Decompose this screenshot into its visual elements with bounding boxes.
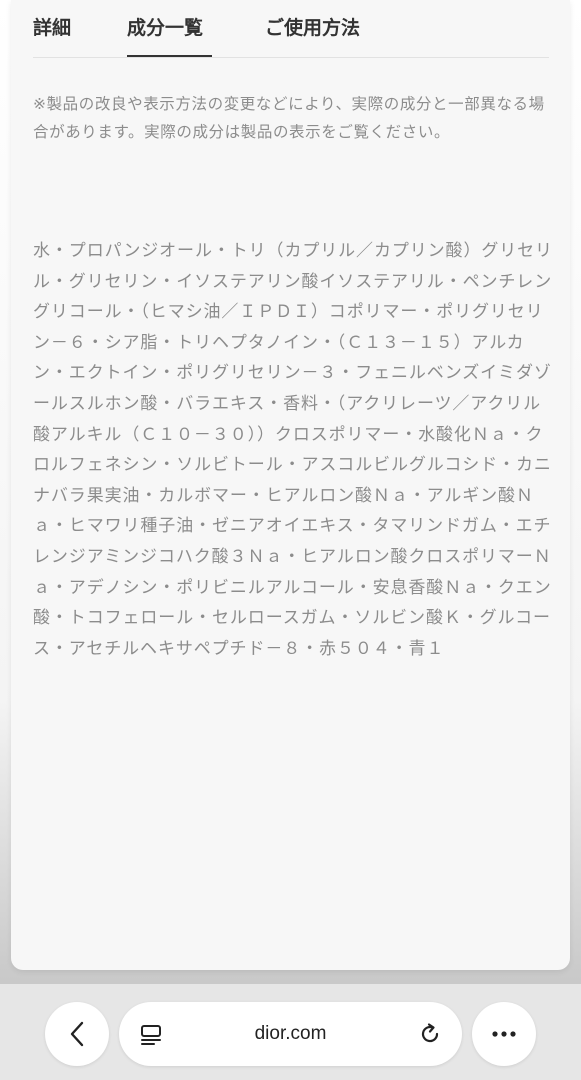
back-button[interactable]	[45, 1002, 109, 1066]
reload-icon[interactable]	[418, 1022, 442, 1046]
more-options-button[interactable]	[472, 1002, 536, 1066]
chevron-left-icon	[70, 1021, 84, 1047]
ingredients-list: 水・プロパンジオール・トリ（カプリル／カプリン酸）グリセリル・グリセリン・イソス…	[33, 241, 553, 659]
more-dots-icon	[492, 1031, 516, 1037]
active-tab-indicator	[127, 55, 212, 57]
tab-details[interactable]: 詳細	[33, 14, 71, 42]
url-text[interactable]: dior.com	[119, 1023, 462, 1045]
address-bar[interactable]: dior.com	[119, 1002, 462, 1066]
tab-bar: 詳細 成分一覧 ご使用方法	[33, 0, 549, 58]
disclaimer-notice: ※製品の改良や表示方法の変更などにより、実際の成分と一部異なる場合があります。実…	[33, 95, 545, 141]
tab-usage[interactable]: ご使用方法	[265, 14, 360, 42]
tab-ingredients[interactable]: 成分一覧	[127, 14, 203, 42]
content-sheet: 詳細 成分一覧 ご使用方法 ※製品の改良や表示方法の変更などにより、実際の成分と…	[11, 0, 570, 970]
